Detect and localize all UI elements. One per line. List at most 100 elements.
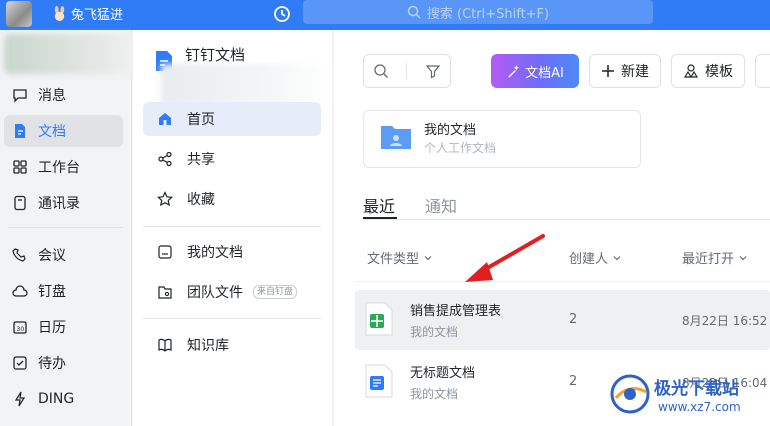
- spreadsheet-file-icon: [365, 302, 393, 336]
- side-item-my-docs[interactable]: 我的文档: [143, 235, 321, 269]
- nav-label: 消息: [38, 88, 66, 104]
- side-item-label: 知识库: [187, 338, 229, 354]
- more-button[interactable]: [755, 54, 770, 88]
- org-name-blurred: [4, 34, 136, 74]
- new-button[interactable]: 新建: [589, 54, 661, 88]
- document-file-icon: [365, 364, 393, 398]
- nav-label: 会议: [38, 248, 66, 264]
- file-creator: 2: [569, 312, 578, 327]
- user-name: 兔飞猛进: [71, 8, 124, 23]
- side-item-favorites[interactable]: 收藏: [143, 182, 321, 216]
- nav-label: 钉盘: [38, 284, 66, 300]
- active-tab-indicator: [363, 217, 397, 219]
- watermark-url: www.xz7.com: [658, 400, 741, 414]
- file-location: 我的文档: [410, 387, 459, 401]
- template-icon: [683, 64, 699, 78]
- share-icon: [158, 151, 172, 167]
- divider: [143, 226, 321, 227]
- user-name-area[interactable]: 兔飞猛进: [52, 4, 123, 23]
- folder-icon: [381, 126, 411, 149]
- annotation-arrow-icon: [465, 234, 545, 282]
- calendar-icon: 30: [13, 321, 27, 334]
- history-icon[interactable]: [272, 4, 292, 24]
- nav-item-calendar[interactable]: 30 日历: [4, 311, 123, 343]
- nav-item-contacts[interactable]: 通讯录: [4, 187, 123, 219]
- watermark-title: 极光下载站: [654, 379, 739, 399]
- filter-icon[interactable]: [425, 63, 441, 79]
- nav-label: 通讯录: [38, 196, 80, 212]
- source-badge: 来自钉盘: [253, 285, 298, 299]
- search-placeholder: 搜索 (Ctrl+Shift+F): [426, 6, 550, 22]
- search-icon[interactable]: [373, 63, 389, 79]
- new-button-label: 新建: [621, 64, 649, 80]
- sparkle-icon: [508, 64, 520, 78]
- my-doc-icon: [158, 245, 172, 259]
- star-icon: [157, 191, 173, 207]
- title-bar: 兔飞猛进 搜索 (Ctrl+Shift+F): [0, 0, 770, 30]
- docs-side-panel: 钉钉文档 首页 共享 收藏 我的文档 团队文件 来自钉盘 知识库: [133, 30, 333, 426]
- file-name: 销售提成管理表: [410, 304, 502, 319]
- column-header-creator[interactable]: 创建人: [569, 248, 622, 267]
- ai-button-label: 文档AI: [525, 65, 564, 81]
- divider: [143, 318, 321, 319]
- side-item-label: 首页: [187, 112, 215, 128]
- column-header-file-type[interactable]: 文件类型: [367, 248, 433, 267]
- cloud-drive-icon: [12, 285, 28, 297]
- nav-label: 工作台: [38, 160, 80, 176]
- file-location: 我的文档: [410, 325, 459, 339]
- ding-icon: [14, 391, 26, 407]
- side-item-team-files[interactable]: 团队文件 来自钉盘: [143, 275, 321, 309]
- team-file-icon: [158, 286, 172, 299]
- nav-item-workbench[interactable]: 工作台: [4, 151, 123, 183]
- side-item-knowledge-base[interactable]: 知识库: [143, 328, 321, 362]
- message-icon: [13, 89, 27, 103]
- nav-label: DING: [38, 391, 75, 407]
- rabbit-icon: [54, 6, 65, 21]
- side-item-share[interactable]: 共享: [143, 142, 321, 176]
- plus-icon: [602, 65, 614, 77]
- side-item-home[interactable]: 首页: [143, 102, 321, 136]
- nav-item-todo[interactable]: 待办: [4, 347, 123, 379]
- search-filter-group: [363, 54, 451, 88]
- workbench-icon: [13, 160, 27, 174]
- todo-icon: [13, 356, 27, 370]
- card-subtitle: 个人工作文档: [424, 141, 497, 155]
- nav-item-ding[interactable]: DING: [4, 383, 123, 415]
- avatar[interactable]: [6, 1, 32, 27]
- header-divider: [356, 281, 770, 282]
- chevron-down-icon: [424, 255, 432, 260]
- template-button-label: 模板: [705, 64, 733, 80]
- column-header-label: 文件类型: [367, 252, 420, 267]
- doc-icon: [15, 124, 25, 138]
- nav-item-messages[interactable]: 消息: [4, 79, 123, 111]
- nav-item-meeting[interactable]: 会议: [4, 239, 123, 271]
- nav-label: 文档: [38, 124, 66, 140]
- my-docs-card[interactable]: 我的文档 个人工作文档: [363, 110, 641, 168]
- table-row[interactable]: 销售提成管理表 我的文档 2 8月22日 16:52: [355, 290, 770, 350]
- contacts-icon: [14, 195, 26, 211]
- chevron-down-icon: [739, 255, 747, 260]
- card-title: 我的文档: [424, 123, 477, 138]
- nav-label: 日历: [38, 320, 66, 336]
- tab-recent[interactable]: 最近: [363, 193, 395, 217]
- file-creator: 2: [569, 374, 578, 389]
- column-header-last-opened[interactable]: 最近打开: [682, 248, 748, 267]
- tab-notice[interactable]: 通知: [425, 193, 457, 217]
- watermark-logo-icon: [610, 374, 650, 414]
- divider: [8, 227, 123, 228]
- left-nav: 消息 文档 工作台 通讯录 会议 钉盘 30 日历 待办 DING: [0, 30, 136, 426]
- search-icon: [407, 5, 421, 19]
- divider: [406, 63, 408, 79]
- template-button[interactable]: 模板: [671, 54, 745, 88]
- book-icon: [158, 338, 172, 352]
- nav-item-drive[interactable]: 钉盘: [4, 275, 123, 307]
- doc-ai-button[interactable]: 文档AI: [491, 54, 579, 88]
- global-search-input[interactable]: 搜索 (Ctrl+Shift+F): [303, 0, 653, 24]
- tab-divider: [363, 219, 770, 220]
- file-name: 无标题文档: [410, 366, 476, 381]
- column-header-label: 创建人: [569, 252, 609, 267]
- watermark: 极光下载站 www.xz7.com: [608, 370, 768, 422]
- column-header-label: 最近打开: [682, 252, 735, 267]
- side-item-label: 共享: [187, 152, 215, 168]
- nav-item-docs[interactable]: 文档: [4, 115, 123, 147]
